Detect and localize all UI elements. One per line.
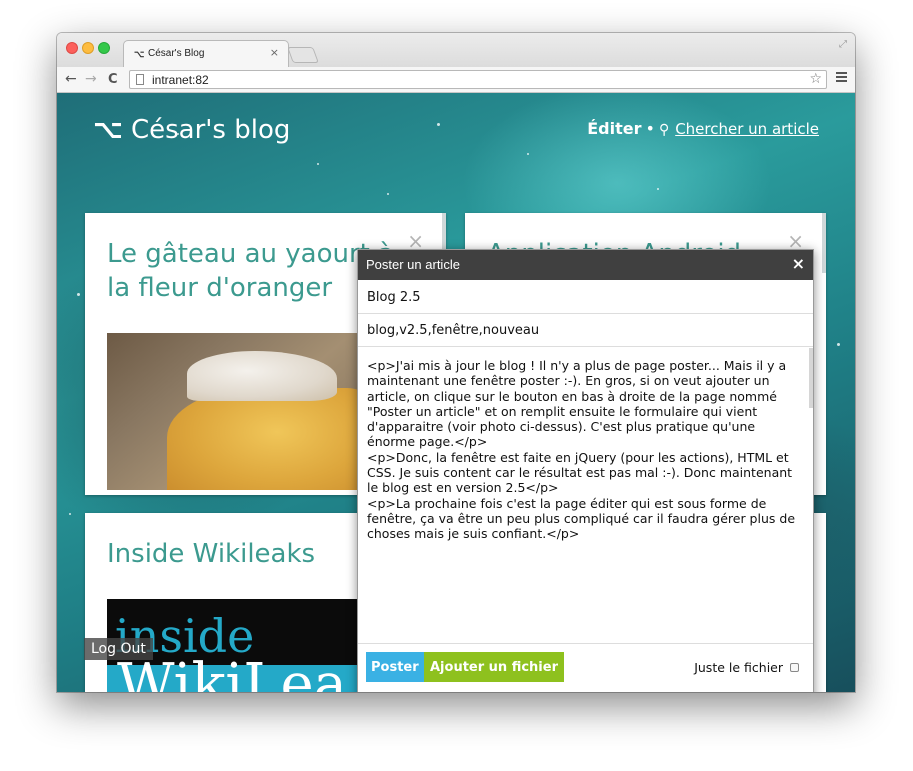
page-content: ⌥ César's blog Éditer • ⚲ Chercher un articl… <box>57 93 855 692</box>
content-text[interactable]: <p>J'ai mis à jour le blog ! Il n'y a pl… <box>367 358 799 542</box>
reload-button[interactable]: C <box>108 72 118 87</box>
content-textarea[interactable]: <p>J'ai mis à jour le blog ! Il n'y a pl… <box>358 348 813 644</box>
minimize-window-button[interactable] <box>82 42 94 54</box>
edit-link[interactable]: Éditer <box>587 119 641 138</box>
cover-text-wikileaks: WikiLea <box>117 652 348 693</box>
close-window-button[interactable] <box>66 42 78 54</box>
browser-menu-icon[interactable] <box>836 72 847 84</box>
forward-button[interactable]: → <box>85 71 97 87</box>
tab-close-icon[interactable]: × <box>270 46 279 59</box>
close-icon[interactable]: × <box>792 254 805 273</box>
logout-button[interactable]: Log Out <box>84 638 153 660</box>
dialog-scrollbar[interactable] <box>809 348 813 408</box>
search-icon[interactable]: ⚲ <box>659 122 669 138</box>
page-icon <box>136 74 144 85</box>
dialog-header[interactable]: Poster un article × <box>358 250 813 280</box>
browser-window: ⌥ César's Blog × ⤢ ← → C intranet:82 ☆ ⌥ <box>57 33 855 692</box>
article-title[interactable]: Inside Wikileaks <box>107 537 315 571</box>
title-field-value[interactable]: Blog 2.5 <box>367 290 421 305</box>
card-scrollbar[interactable] <box>822 213 826 273</box>
only-file-label: Juste le fichier <box>694 660 783 675</box>
dialog-title: Poster un article <box>366 257 460 272</box>
nav-separator: • <box>645 119 655 138</box>
favicon-icon: ⌥ <box>134 49 144 59</box>
zoom-window-button[interactable] <box>98 42 110 54</box>
bookmark-star-icon[interactable]: ☆ <box>809 71 822 87</box>
cake-photo <box>107 333 367 490</box>
tab-title: César's Blog <box>148 48 205 59</box>
fullscreen-icon[interactable]: ⤢ <box>839 39 847 50</box>
tags-field-value[interactable]: blog,v2.5,fenêtre,nouveau <box>367 323 539 338</box>
search-link[interactable]: Chercher un article <box>675 120 819 138</box>
site-logo[interactable]: ⌥ César's blog <box>93 115 290 145</box>
title-bar: ⌥ César's Blog × ⤢ <box>57 33 855 67</box>
back-button[interactable]: ← <box>65 71 77 87</box>
option-key-icon: ⌥ <box>93 115 123 145</box>
post-article-dialog: Poster un article × Blog 2.5 blog,v2.5,f… <box>357 249 814 692</box>
address-bar[interactable]: intranet:82 ☆ <box>129 70 827 89</box>
site-nav: Éditer • ⚲ Chercher un article <box>587 119 819 138</box>
new-tab-button[interactable] <box>287 47 319 63</box>
only-file-checkbox[interactable] <box>790 663 799 672</box>
tags-field[interactable]: blog,v2.5,fenêtre,nouveau <box>358 314 813 347</box>
site-title: César's blog <box>130 115 291 145</box>
tab-cesars-blog[interactable]: ⌥ César's Blog × <box>123 40 289 67</box>
poster-button[interactable]: Poster <box>366 652 424 682</box>
browser-toolbar: ← → C intranet:82 ☆ <box>57 67 855 93</box>
title-field[interactable]: Blog 2.5 <box>358 281 813 314</box>
url-text[interactable]: intranet:82 <box>152 73 209 87</box>
add-file-button[interactable]: Ajouter un fichier <box>424 652 564 682</box>
